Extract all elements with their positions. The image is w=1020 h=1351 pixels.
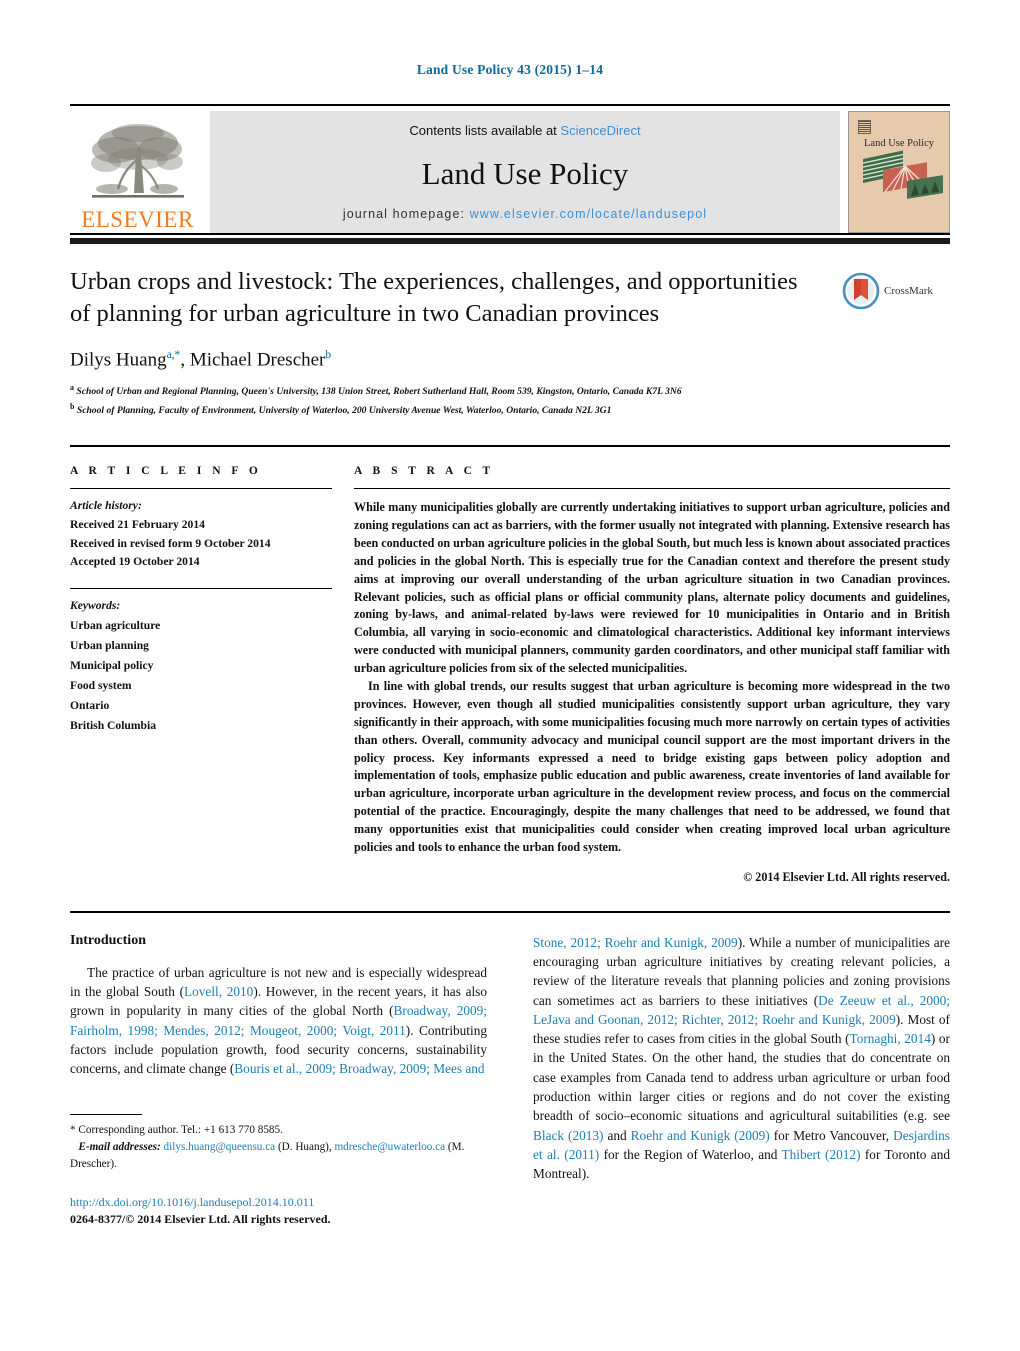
sciencedirect-link[interactable]: ScienceDirect [560, 123, 640, 138]
elsevier-tree-icon [90, 124, 184, 198]
homepage-prefix: journal homepage: [342, 207, 470, 221]
info-abstract-section: A R T I C L E I N F O Article history: R… [70, 447, 950, 885]
journal-band: Contents lists available at ScienceDirec… [210, 111, 840, 233]
body-columns: Introduction The practice of urban agric… [70, 913, 950, 1227]
email-link-2[interactable]: mdresche@uwaterloo.ca [334, 1141, 445, 1153]
masthead-bottom-rule [70, 233, 950, 235]
article-history: Article history: Received 21 February 20… [70, 497, 332, 572]
crossmark-badge[interactable]: CrossMark [842, 272, 950, 310]
elsevier-wordmark: ELSEVIER [81, 207, 194, 232]
affil-b-text: School of Planning, Faculty of Environme… [76, 405, 612, 417]
title-block: Urban crops and livestock: The experienc… [70, 244, 950, 419]
email-addresses-label: E-mail addresses: [78, 1141, 161, 1154]
running-head: Land Use Policy 43 (2015) 1–14 [416, 62, 604, 77]
author-list: Dilys Huanga,*, Michael Drescherb [70, 348, 332, 371]
affiliation-b: b School of Planning, Faculty of Environ… [70, 400, 822, 419]
journal-title: Land Use Policy [421, 156, 629, 191]
journal-masthead: ELSEVIER Contents lists available at Sci… [70, 111, 950, 233]
abstract-paragraph: In line with global trends, our results … [354, 678, 950, 854]
cover-publisher-mark-icon [858, 120, 871, 134]
keyword-item: British Columbia [70, 718, 157, 732]
email-owner-1: (D. Huang), [277, 1141, 332, 1154]
intro-paragraph-right: Stone, 2012; Roehr and Kunigk, 2009). Wh… [533, 934, 951, 1182]
author-1-affil-marker[interactable]: a,* [167, 349, 181, 361]
journal-cover-thumbnail: Land Use Policy [848, 111, 950, 233]
abstract-column: A B S T R A C T While many municipalitie… [354, 465, 950, 885]
footnote-rule [70, 1114, 142, 1116]
abstract-rule [354, 488, 950, 490]
elsevier-logo: ELSEVIER [70, 111, 205, 233]
crossmark-icon[interactable] [842, 272, 880, 310]
affil-a-marker: a [70, 383, 74, 393]
email-link-1[interactable]: dilys.huang@queensu.ca [164, 1141, 276, 1153]
article-history-label: Article history: [70, 499, 142, 513]
affil-a-text: School of Urban and Regional Planning, Q… [76, 386, 682, 398]
doi-link[interactable]: http://dx.doi.org/10.1016/j.landusepol.2… [70, 1195, 487, 1210]
page-title: Urban crops and livestock: The experienc… [70, 268, 798, 327]
section-heading-introduction: Introduction [70, 932, 146, 948]
history-item: Received in revised form 9 October 2014 [70, 536, 271, 550]
masthead-top-rule [70, 104, 950, 106]
history-item: Accepted 19 October 2014 [70, 555, 200, 569]
article-page: Land Use Policy 43 (2015) 1–14 ELSEVIER … [0, 0, 1020, 1351]
keyword-item: Urban agriculture [70, 618, 161, 632]
keywords-label: Keywords: [70, 599, 121, 613]
abstract-heading: A B S T R A C T [354, 465, 495, 478]
author-name-1: Dilys Huang [70, 349, 167, 371]
abstract-body: While many municipalities globally are c… [354, 499, 950, 857]
keyword-item: Food system [70, 678, 132, 692]
keywords-rule [70, 588, 332, 590]
keyword-item: Municipal policy [70, 658, 154, 672]
footnote-block: * Corresponding author. Tel.: +1 613 770… [70, 1114, 487, 1226]
keyword-item: Ontario [70, 698, 110, 712]
article-info-column: A R T I C L E I N F O Article history: R… [70, 465, 354, 885]
affiliation-a: a School of Urban and Regional Planning,… [70, 381, 822, 400]
affiliations: a School of Urban and Regional Planning,… [70, 381, 822, 419]
contents-available-line: Contents lists available at ScienceDirec… [409, 123, 640, 138]
abstract-paragraph: While many municipalities globally are c… [354, 500, 950, 676]
homepage-url-link[interactable]: www.elsevier.com/locate/landusepol [470, 207, 708, 221]
crossmark-label: CrossMark [884, 285, 933, 297]
keywords-list: Keywords: Urban agriculture Urban planni… [70, 597, 332, 735]
corresponding-author-note: * Corresponding author. Tel.: +1 613 770… [70, 1122, 487, 1172]
body-column-left: Introduction The practice of urban agric… [70, 933, 510, 1227]
history-item: Received 21 February 2014 [70, 517, 205, 531]
intro-paragraph-left: The practice of urban agriculture is not… [70, 964, 487, 1077]
corresponding-author-line: * Corresponding author. Tel.: +1 613 770… [70, 1124, 283, 1137]
article-info-rule [70, 488, 332, 490]
abstract-copyright: © 2014 Elsevier Ltd. All rights reserved… [743, 869, 950, 884]
keyword-item: Urban planning [70, 638, 149, 652]
cover-artwork [863, 150, 943, 199]
issn-copyright-line: 0264-8377/© 2014 Elsevier Ltd. All right… [70, 1211, 331, 1226]
author-name-2: Michael Drescher [189, 349, 326, 371]
doi-block: http://dx.doi.org/10.1016/j.landusepol.2… [70, 1195, 487, 1227]
email-line: E-mail addresses: dilys.huang@queensu.ca… [70, 1139, 487, 1173]
body-column-right: Stone, 2012; Roehr and Kunigk, 2009). Wh… [510, 933, 950, 1227]
contents-prefix: Contents lists available at [409, 123, 561, 138]
author-2-affil-marker[interactable]: b [325, 349, 331, 361]
journal-homepage-line: journal homepage: www.elsevier.com/locat… [343, 207, 707, 221]
affil-b-marker: b [70, 402, 75, 412]
article-info-heading: A R T I C L E I N F O [70, 465, 262, 478]
